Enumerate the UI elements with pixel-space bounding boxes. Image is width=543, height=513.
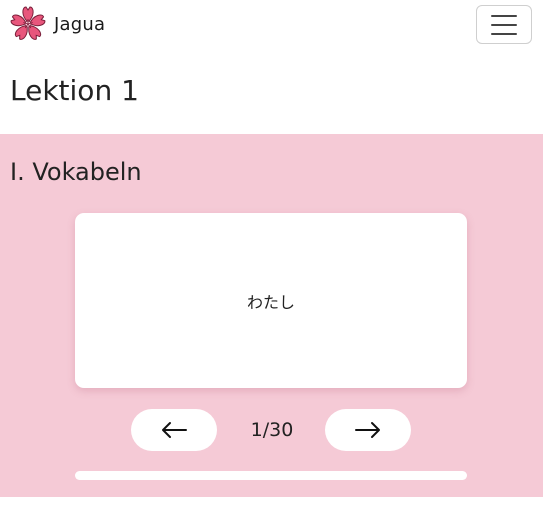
progress-bar (75, 471, 467, 480)
vocabulary-section: I. Vokabeln わたし 1/30 (0, 134, 543, 497)
flashcard[interactable]: わたし (75, 213, 467, 388)
next-card-button[interactable] (325, 409, 411, 451)
card-counter: 1/30 (250, 419, 294, 441)
navbar: Jagua (0, 0, 543, 50)
page-title: Lektion 1 (10, 74, 139, 107)
flashcard-word: わたし (246, 292, 295, 312)
cherry-blossom-icon (10, 6, 46, 40)
navbar-toggle-button[interactable] (476, 5, 532, 44)
hamburger-menu-icon (491, 14, 517, 17)
previous-card-button[interactable] (131, 409, 217, 451)
section-title: I. Vokabeln (10, 158, 142, 186)
arrow-right-icon (355, 422, 380, 438)
arrow-left-icon (162, 422, 187, 438)
brand-link[interactable]: Jagua (10, 6, 105, 42)
brand-name: Jagua (54, 13, 106, 35)
